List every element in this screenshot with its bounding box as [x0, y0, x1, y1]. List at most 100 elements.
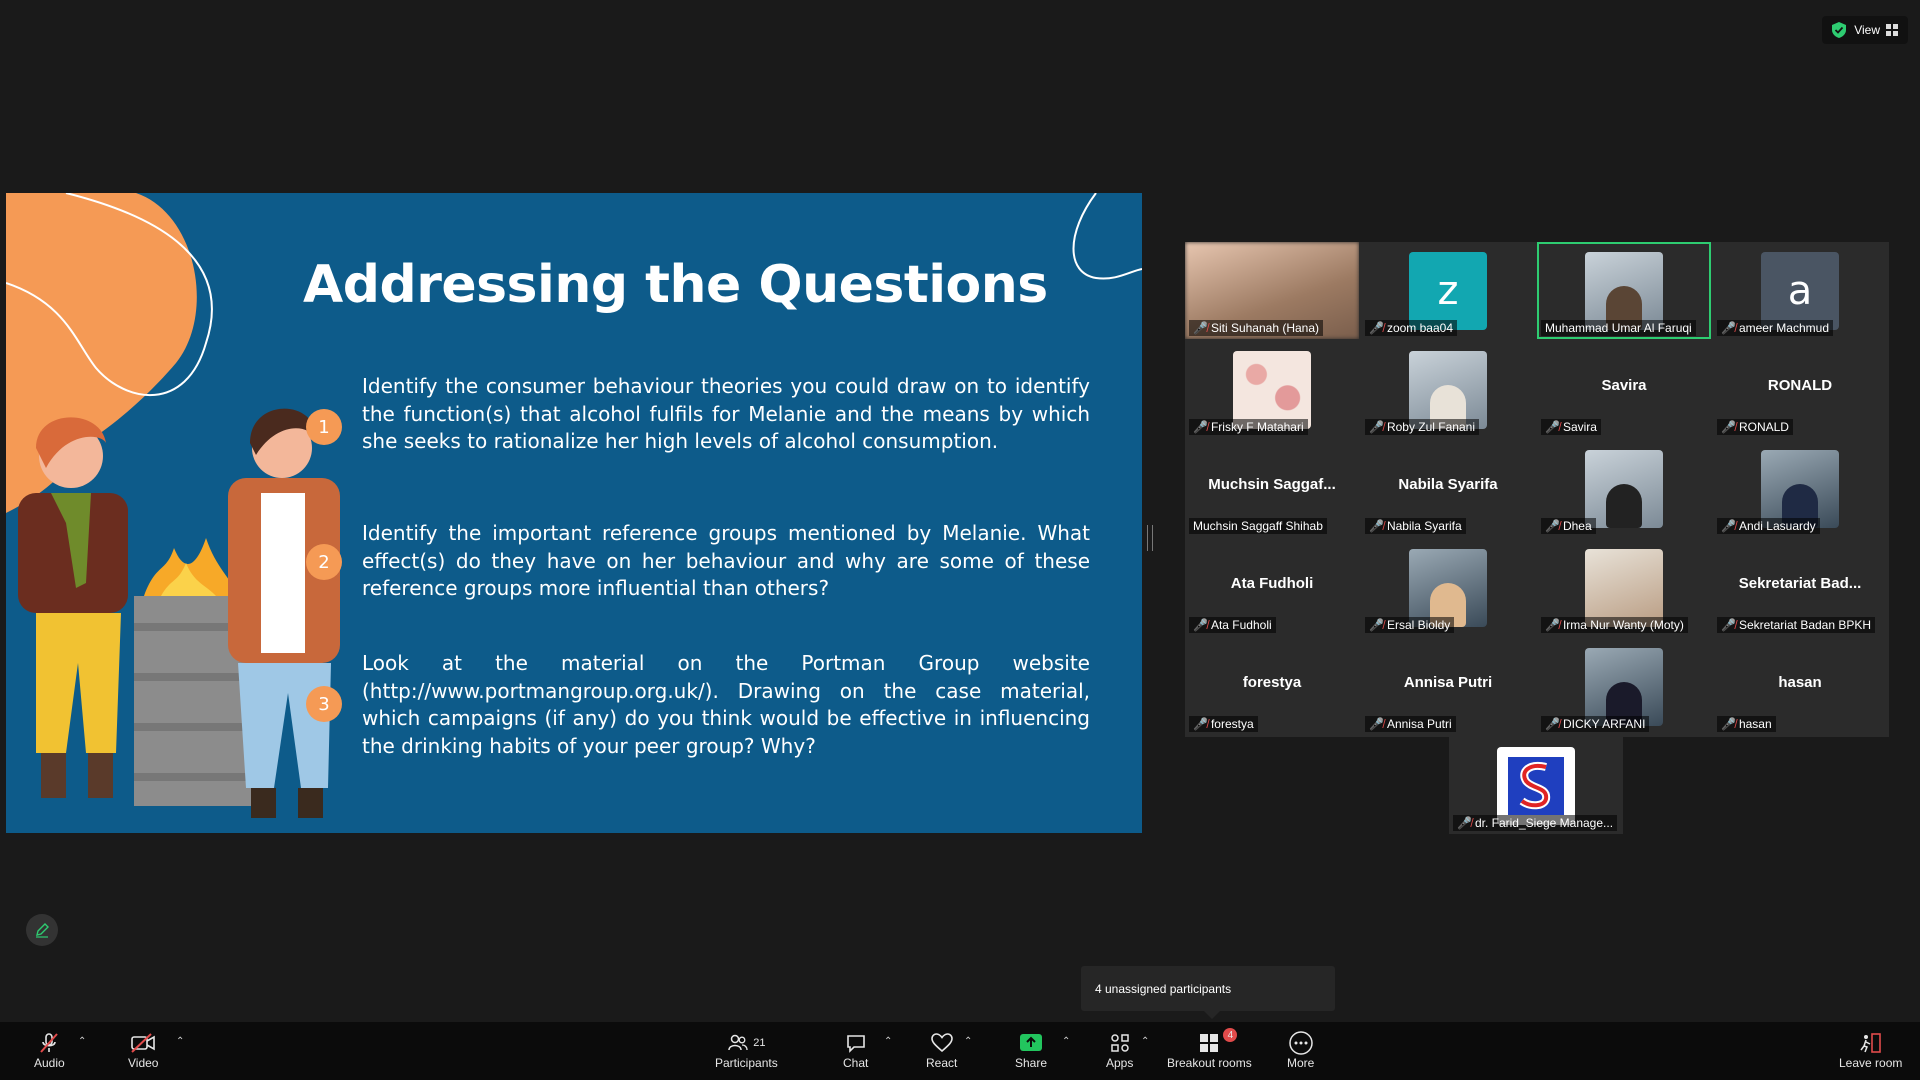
participant-name: Muhammad Umar Al Faruqi	[1545, 321, 1692, 335]
participant-tile[interactable]: Annisa Putri 🎤̸ Annisa Putri	[1361, 638, 1535, 735]
react-button[interactable]: React	[926, 1030, 957, 1070]
participant-avatar	[1409, 549, 1487, 627]
annotate-pencil-button[interactable]	[26, 914, 58, 946]
mic-muted-icon: 🎤̸	[1545, 717, 1560, 731]
mic-muted-icon: 🎤̸	[1721, 420, 1736, 434]
apps-button[interactable]: Apps	[1106, 1030, 1133, 1070]
breakout-badge: 4	[1223, 1028, 1238, 1042]
participant-tile[interactable]: Savira 🎤̸ Savira	[1537, 341, 1711, 438]
participant-tile[interactable]: 🎤̸ Irma Nur Wanty (Moty)	[1537, 539, 1711, 636]
mic-muted-icon: 🎤̸	[1193, 717, 1208, 731]
participant-label: 🎤̸ ameer Machmud	[1717, 320, 1833, 336]
mic-muted-icon: 🎤̸	[1545, 618, 1560, 632]
participant-tile[interactable]: 🎤̸ Andi Lasuardy	[1713, 440, 1887, 537]
participant-tile-active-speaker[interactable]: Muhammad Umar Al Faruqi	[1537, 242, 1711, 339]
participant-name: Ata Fudholi	[1210, 618, 1272, 632]
participant-name: Frisky F Matahari	[1210, 420, 1304, 434]
participant-tile[interactable]: Ata Fudholi 🎤̸ Ata Fudholi	[1185, 539, 1359, 636]
organization-logo-icon	[1508, 757, 1564, 815]
participant-avatar	[1409, 351, 1487, 429]
participant-tile[interactable]: a 🎤̸ ameer Machmud	[1713, 242, 1887, 339]
participant-tile[interactable]: hasan 🎤̸ hasan	[1713, 638, 1887, 735]
participant-tile[interactable]: 🎤̸ dr. Farid_Siege Manage...	[1449, 737, 1623, 834]
shared-slide: Addressing the Questions 1 Identify the …	[6, 193, 1142, 833]
chat-button[interactable]: Chat	[843, 1030, 868, 1070]
mic-muted-icon: 🎤̸	[1369, 321, 1384, 335]
question-number-badge: 3	[306, 686, 342, 722]
react-options-caret[interactable]: ⌃	[964, 1036, 972, 1047]
participant-avatar	[1585, 648, 1663, 726]
leave-room-button[interactable]: Leave room	[1839, 1030, 1902, 1070]
share-options-caret[interactable]: ⌃	[1062, 1036, 1070, 1047]
participant-tile[interactable]: 🎤̸ Frisky F Matahari	[1185, 341, 1359, 438]
participant-label: 🎤̸ Roby Zul Fanani	[1365, 419, 1479, 435]
person-silhouette	[1606, 484, 1642, 528]
resize-handle[interactable]	[1147, 525, 1153, 551]
participants-count: 21	[753, 1037, 766, 1049]
participant-tile[interactable]: 🎤̸ Roby Zul Fanani	[1361, 341, 1535, 438]
audio-options-caret[interactable]: ⌃	[78, 1036, 86, 1047]
participants-label: Participants	[715, 1056, 778, 1070]
participant-name: Roby Zul Fanani	[1386, 420, 1475, 434]
participant-avatar: a	[1761, 252, 1839, 330]
mic-muted-icon: 🎤̸	[1721, 618, 1736, 632]
participant-tile[interactable]: Muchsin Saggaf... Muchsin Saggaff Shihab	[1185, 440, 1359, 537]
mic-muted-icon: 🎤̸	[1721, 717, 1736, 731]
participant-tile[interactable]: 🎤̸ Siti Suhanah (Hana)	[1185, 242, 1359, 339]
mic-muted-icon: 🎤̸	[1721, 519, 1736, 533]
participant-avatar	[1585, 549, 1663, 627]
grid-icon	[1886, 24, 1898, 36]
participant-avatar: z	[1409, 252, 1487, 330]
question-number-badge: 2	[306, 544, 342, 580]
participant-label: 🎤̸ Annisa Putri	[1365, 716, 1456, 732]
participant-avatar	[1585, 252, 1663, 330]
participant-tile[interactable]: 🎤̸ Dhea	[1537, 440, 1711, 537]
question-item: 1 Identify the consumer behaviour theori…	[306, 373, 1090, 456]
question-item: 2 Identify the important reference group…	[306, 520, 1090, 603]
question-text: Identify the important reference groups …	[362, 521, 1090, 600]
video-options-caret[interactable]: ⌃	[176, 1036, 184, 1047]
participant-name: Muchsin Saggaff Shihab	[1193, 519, 1323, 533]
leave-room-label: Leave room	[1839, 1056, 1903, 1070]
share-button[interactable]: Share	[1015, 1030, 1047, 1070]
more-button[interactable]: More	[1287, 1030, 1314, 1070]
participant-tile[interactable]: Sekretariat Bad... 🎤̸ Sekretariat Badan B…	[1713, 539, 1887, 636]
participant-tile[interactable]: z 🎤̸ zoom baa04	[1361, 242, 1535, 339]
participant-name: dr. Farid_Siege Manage...	[1474, 816, 1614, 830]
participant-name: ameer Machmud	[1738, 321, 1829, 335]
apps-icon	[1110, 1034, 1129, 1052]
participants-button[interactable]: 21 Participants	[715, 1030, 778, 1070]
breakout-rooms-button[interactable]: 4 Breakout rooms	[1167, 1028, 1252, 1070]
audio-button[interactable]: Audio	[34, 1030, 65, 1070]
breakout-tooltip: 4 unassigned participants	[1081, 966, 1335, 1019]
participant-tile[interactable]: forestya 🎤̸ forestya	[1185, 638, 1359, 735]
participant-gallery: 🎤̸ Siti Suhanah (Hana) z 🎤̸ zoom baa04 Muh…	[1185, 242, 1889, 737]
apps-options-caret[interactable]: ⌃	[1141, 1036, 1149, 1047]
more-icon	[1288, 1031, 1313, 1055]
participant-tile[interactable]: 🎤̸ Ersal Bioldy	[1361, 539, 1535, 636]
chat-options-caret[interactable]: ⌃	[884, 1036, 892, 1047]
question-item: 3 Look at the material on the Portman Gr…	[306, 650, 1090, 760]
video-camera-off-icon	[131, 1033, 156, 1053]
audio-label: Audio	[34, 1056, 65, 1070]
top-right-bar: View	[1822, 16, 1908, 44]
participant-name: hasan	[1738, 717, 1772, 731]
participant-tile[interactable]: Nabila Syarifa 🎤̸ Nabila Syarifa	[1361, 440, 1535, 537]
mic-muted-icon: 🎤̸	[1193, 618, 1208, 632]
participant-tile[interactable]: 🎤̸ DICKY ARFANI	[1537, 638, 1711, 735]
participant-label: 🎤̸ Ata Fudholi	[1189, 617, 1276, 633]
video-button[interactable]: Video	[128, 1030, 158, 1070]
participant-label: 🎤̸ Ersal Bioldy	[1365, 617, 1455, 633]
mic-muted-icon: 🎤̸	[1193, 321, 1208, 335]
participant-tile[interactable]: RONALD 🎤̸ RONALD	[1713, 341, 1887, 438]
participant-name: Andi Lasuardy	[1738, 519, 1816, 533]
chat-icon	[846, 1035, 865, 1053]
mic-muted-icon: 🎤̸	[1545, 519, 1560, 533]
view-button[interactable]: View	[1854, 23, 1898, 37]
question-text: Look at the material on the Portman Grou…	[362, 651, 1090, 758]
share-screen-icon	[1020, 1034, 1043, 1051]
participant-name: Nabila Syarifa	[1386, 519, 1462, 533]
participant-avatar	[1761, 450, 1839, 528]
mic-muted-icon: 🎤̸	[1369, 420, 1384, 434]
participant-name: Dhea	[1562, 519, 1592, 533]
